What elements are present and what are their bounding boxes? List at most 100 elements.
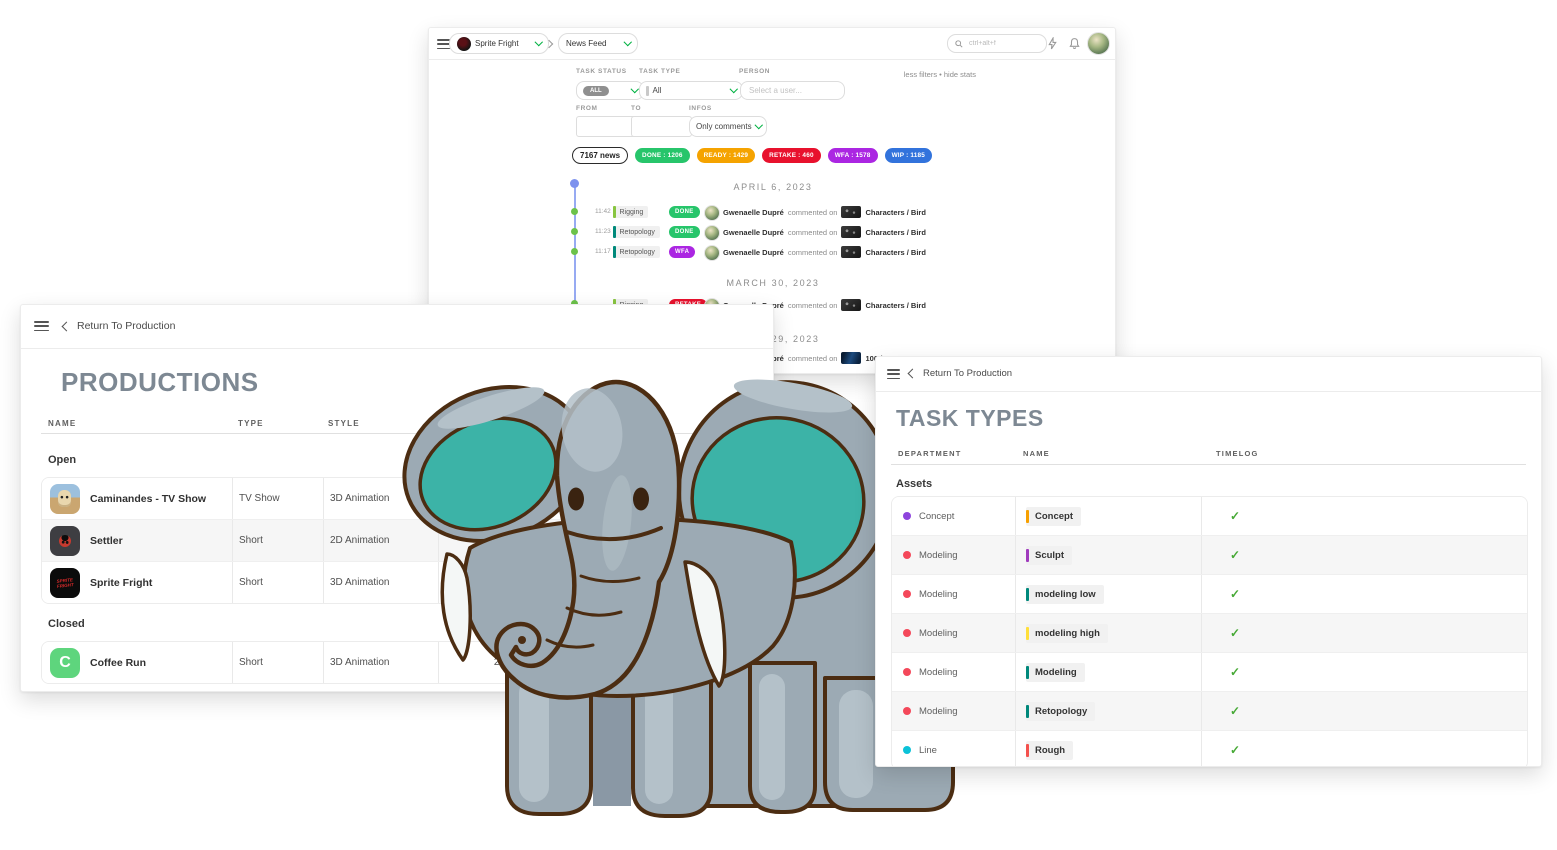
timeline-dot [571, 248, 578, 255]
global-search[interactable] [947, 34, 1047, 53]
avatar [704, 205, 720, 221]
task-type-chip: Retopology [613, 246, 660, 258]
person-input[interactable] [747, 85, 838, 96]
avatar [704, 245, 720, 261]
task-type-name: Retopology [620, 229, 655, 236]
task-type-color-bar [1026, 549, 1029, 562]
task-type-color-bar [613, 246, 616, 258]
to-input[interactable] [638, 121, 685, 132]
task-type-chip: modeling high [1026, 624, 1108, 643]
timelog-check-icon: ✓ [1230, 665, 1240, 679]
table-row[interactable]: Modeling Sculpt ✓ [892, 535, 1527, 574]
department-color-dot [903, 629, 911, 637]
task-status-select[interactable]: ALL [576, 81, 644, 100]
coffee-run-icon: C [50, 648, 80, 678]
department-color-dot [903, 707, 911, 715]
shortcuts-lightning-icon[interactable] [1046, 37, 1059, 50]
task-status-label: TASK STATUS [576, 68, 627, 75]
back-link-label: Return To Production [77, 320, 175, 332]
table-row[interactable]: Line Rough ✓ [892, 730, 1527, 767]
task-type-color-bar [1026, 627, 1029, 640]
back-link[interactable]: Return To Production [909, 368, 1012, 379]
news-entry[interactable]: 11:42 Rigging DONE Gwenaelle Duprécommen… [595, 205, 1095, 219]
table-row[interactable]: Modeling modeling high ✓ [892, 613, 1527, 652]
task-type-select[interactable]: All [639, 81, 743, 100]
task-type-chip: Rigging [613, 206, 648, 218]
task-type-chip: Modeling [1026, 663, 1085, 682]
table-row[interactable]: Modeling Modeling ✓ [892, 652, 1527, 691]
production-name: Settler [90, 535, 123, 547]
from-input[interactable] [583, 121, 630, 132]
status-badge: WFA [669, 246, 695, 258]
task-type-color-bar [1026, 705, 1029, 718]
timelog-check-icon: ✓ [1230, 626, 1240, 640]
column-header-type: TYPE [238, 419, 264, 428]
action-text: commented on [788, 208, 838, 217]
user-avatar[interactable] [1087, 32, 1110, 55]
filters-toggle-links[interactable]: less filters • hide stats [789, 70, 976, 79]
menu-icon[interactable] [887, 369, 900, 382]
department-name: Line [919, 745, 937, 756]
entity-thumbnail [841, 352, 861, 364]
production-select-value: Sprite Fright [475, 39, 519, 48]
column-header-style: STYLE [328, 419, 360, 428]
table-row[interactable]: Concept Concept ✓ [892, 497, 1527, 535]
user-name: Gwenaelle Dupré [723, 208, 784, 217]
news-entry[interactable]: 11:23 Retopology DONE Gwenaelle Duprécom… [595, 225, 1095, 239]
to-date-input[interactable] [631, 116, 692, 137]
timelog-check-icon: ✓ [1230, 509, 1240, 523]
status-count-badge[interactable]: DONE : 1206 [635, 148, 690, 163]
status-count-badge[interactable]: RETAKE : 460 [762, 148, 821, 163]
task-type-color-bar [1026, 666, 1029, 679]
back-link[interactable]: Return To Production [63, 320, 175, 332]
entity-name: Characters / Bird [865, 228, 925, 237]
chevron-down-icon [754, 121, 762, 129]
department-name: Modeling [919, 550, 958, 561]
action-text: commented on [788, 354, 838, 363]
task-type-name: Modeling [1035, 667, 1077, 678]
notifications-bell-icon[interactable] [1068, 37, 1081, 50]
production-type: Short [232, 642, 323, 683]
menu-icon[interactable] [34, 321, 49, 334]
production-select[interactable]: Sprite Fright [449, 33, 549, 54]
task-type-name: modeling high [1035, 628, 1100, 639]
person-label: PERSON [739, 68, 770, 75]
task-types-topbar: Return To Production [876, 357, 1541, 392]
table-row[interactable]: Modeling Retopology ✓ [892, 691, 1527, 730]
menu-icon[interactable] [437, 39, 450, 52]
task-type-name: Retopology [1035, 706, 1087, 717]
department-color-dot [903, 590, 911, 598]
caminandes-icon [50, 484, 80, 514]
department-name: Modeling [919, 706, 958, 717]
entity-name: Characters / Bird [865, 208, 925, 217]
task-type-name: Sculpt [1035, 550, 1064, 561]
task-type-chip: Rough [1026, 741, 1073, 760]
status-count-badge[interactable]: WIP : 1185 [885, 148, 933, 163]
task-types-window: Return To Production TASK TYPES DEPARTME… [875, 356, 1542, 767]
task-type-chip: Sculpt [1026, 546, 1072, 565]
action-text: commented on [788, 248, 838, 257]
search-input[interactable] [967, 39, 1031, 48]
news-total-badge[interactable]: 7167 news [572, 147, 628, 164]
timelog-check-icon: ✓ [1230, 743, 1240, 757]
chevron-left-icon [908, 369, 918, 379]
header-divider [891, 464, 1526, 465]
news-entry[interactable]: 11:17 Retopology WFA Gwenaelle Duprécomm… [595, 245, 1095, 259]
production-type: Short [232, 520, 323, 561]
settler-icon [50, 526, 80, 556]
chevron-left-icon [62, 321, 72, 331]
section-select[interactable]: News Feed [558, 33, 638, 54]
production-logo-icon [457, 37, 471, 51]
table-row[interactable]: Modeling modeling low ✓ [892, 574, 1527, 613]
status-count-badge[interactable]: WFA : 1578 [828, 148, 878, 163]
user-name: Gwenaelle Dupré [723, 228, 784, 237]
infos-select[interactable]: Only comments [689, 116, 767, 137]
section-label-assets: Assets [896, 478, 932, 490]
news-stats-row: 7167 news DONE : 1206 READY : 1429 RETAK… [572, 147, 932, 164]
task-status-value: ALL [583, 86, 609, 96]
status-count-badge[interactable]: READY : 1429 [697, 148, 756, 163]
from-date-input[interactable] [576, 116, 637, 137]
department-color-dot [903, 512, 911, 520]
task-types-table: Concept Concept ✓ Modeling Sculpt ✓ Mode… [891, 496, 1528, 767]
person-filter[interactable] [740, 81, 845, 100]
